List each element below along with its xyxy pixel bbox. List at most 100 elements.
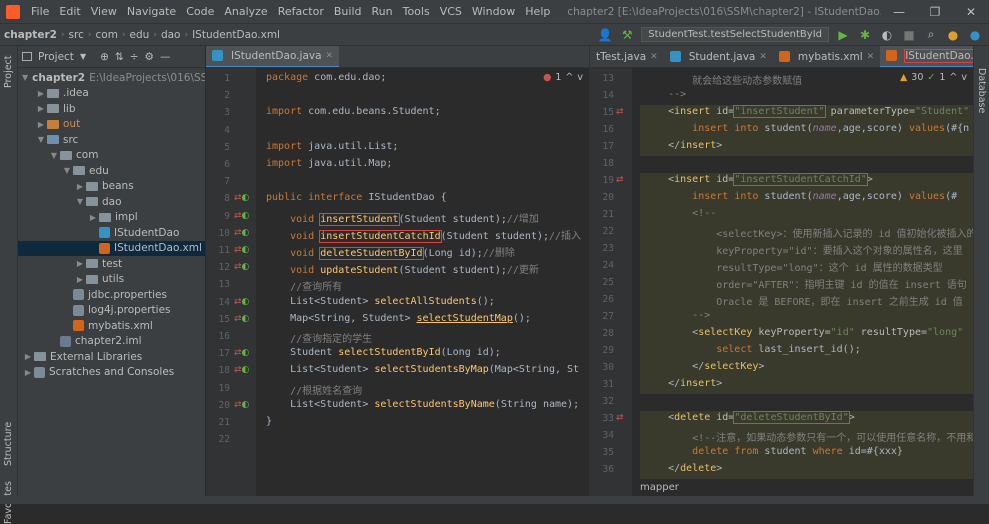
menu-item-window[interactable]: Window [467, 5, 520, 18]
mapper-gutter-icon[interactable]: ⇄◐ [234, 193, 249, 203]
menu-item-vcs[interactable]: VCS [435, 5, 467, 18]
chevron-down-icon[interactable]: v [577, 72, 583, 83]
chevron-down-icon[interactable]: ▼ [80, 52, 86, 61]
close-tab-icon[interactable]: ✕ [650, 52, 658, 62]
xml-breadcrumb[interactable]: mapper [640, 482, 679, 493]
tree-item-test[interactable]: ▶ test [18, 256, 205, 272]
tree-item-dao[interactable]: ▼ dao [18, 194, 205, 210]
mapper-gutter-icon[interactable]: ⇄◐ [234, 262, 249, 272]
run-config-select[interactable]: StudentTest.testSelectStudentById [641, 27, 829, 42]
minimize-button[interactable]: — [881, 5, 917, 19]
tree-item-beans[interactable]: ▶ beans [18, 179, 205, 195]
debug-icon[interactable]: ✱ [857, 28, 873, 42]
breadcrumb-item[interactable]: src [69, 29, 84, 41]
chevron-up-icon[interactable]: ^ [565, 72, 573, 83]
tab-istudentdao-java[interactable]: IStudentDao.java ✕ [206, 46, 340, 67]
menu-item-build[interactable]: Build [329, 5, 367, 18]
tree-item-istudentdao-xml[interactable]: IStudentDao.xml [18, 240, 205, 256]
tree-item-impl[interactable]: ▶ impl [18, 210, 205, 226]
chevron-right-icon[interactable]: ▶ [35, 104, 47, 113]
tree-item-src[interactable]: ▼ src [18, 132, 205, 148]
breadcrumb-item[interactable]: edu [130, 29, 150, 41]
mapper-gutter-icon[interactable]: ⇄◐ [234, 314, 249, 324]
mapper-gutter-icon[interactable]: ⇄◐ [234, 228, 249, 238]
expand-icon[interactable]: ⇅ [115, 51, 124, 63]
chevron-right-icon[interactable]: ▶ [87, 213, 99, 222]
menu-item-edit[interactable]: Edit [54, 5, 85, 18]
close-tab-icon[interactable]: ✕ [759, 52, 767, 62]
menu-item-refactor[interactable]: Refactor [273, 5, 329, 18]
breadcrumb-item[interactable]: com [96, 29, 118, 41]
mapper-gutter-icon[interactable]: ⇄◐ [234, 245, 249, 255]
mapper-gutter-icon[interactable]: ⇄◐ [234, 400, 249, 410]
tree-item-com[interactable]: ▼ com [18, 148, 205, 164]
menu-item-code[interactable]: Code [181, 5, 219, 18]
gear-icon[interactable]: ⚙ [145, 51, 154, 63]
tree-item-utils[interactable]: ▶ utils [18, 272, 205, 288]
menu-item-help[interactable]: Help [520, 5, 555, 18]
tab-student-java[interactable]: Student.java ✕ [664, 46, 773, 67]
help-icon[interactable]: ● [967, 28, 983, 42]
tree-item-istudentdao[interactable]: IStudentDao [18, 225, 205, 241]
coverage-icon[interactable]: ◐ [879, 28, 895, 42]
menu-item-tools[interactable]: Tools [398, 5, 435, 18]
structure-tool-tab[interactable]: Structure [3, 422, 14, 466]
breadcrumb-item[interactable]: chapter2 [4, 29, 57, 41]
tree-item-edu[interactable]: ▼ edu [18, 163, 205, 179]
chevron-up-icon[interactable]: ^ [949, 72, 957, 83]
menu-item-navigate[interactable]: Navigate [122, 5, 181, 18]
update-icon[interactable]: ● [945, 28, 961, 42]
tree-item-chapter2-iml[interactable]: chapter2.iml [18, 334, 205, 350]
chevron-right-icon[interactable]: ▶ [22, 352, 34, 361]
breadcrumb-item[interactable]: IStudentDao.xml [192, 29, 280, 41]
mapper-gutter-icon[interactable]: ⇄◐ [234, 211, 249, 221]
breadcrumb-item[interactable]: dao [161, 29, 181, 41]
hide-icon[interactable]: — [160, 51, 171, 63]
close-window-button[interactable]: ✕ [953, 5, 989, 19]
menu-item-view[interactable]: View [86, 5, 122, 18]
mapper-gutter-icon[interactable]: ⇄◐ [234, 348, 249, 358]
user-icon[interactable]: 👤 [597, 28, 613, 42]
chevron-down-icon[interactable]: ▼ [61, 166, 73, 175]
chevron-down-icon[interactable]: v [961, 72, 967, 83]
tree-item-external-libraries[interactable]: ▶ External Libraries [18, 349, 205, 365]
run-icon[interactable]: ▶ [835, 28, 851, 42]
tree-item-chapter2[interactable]: ▼ chapter2 E:\IdeaProjects\016\SSM [18, 70, 205, 86]
tree-item-mybatis-xml[interactable]: mybatis.xml [18, 318, 205, 334]
tree-item-jdbc-properties[interactable]: jdbc.properties [18, 287, 205, 303]
close-tab-icon[interactable]: ✕ [326, 51, 334, 61]
chevron-down-icon[interactable]: ▼ [48, 151, 60, 160]
tree-item--idea[interactable]: ▶ .idea [18, 86, 205, 102]
chevron-right-icon[interactable]: ▶ [35, 89, 47, 98]
project-view-select[interactable]: Project [38, 51, 74, 63]
chevron-right-icon[interactable]: ▶ [74, 182, 86, 191]
close-tab-icon[interactable]: ✕ [867, 52, 875, 62]
chevron-right-icon[interactable]: ▶ [35, 120, 47, 129]
hammer-icon[interactable]: ⚒ [619, 28, 635, 42]
menu-item-file[interactable]: File [26, 5, 54, 18]
chevron-down-icon[interactable]: ▼ [22, 73, 28, 82]
menu-item-analyze[interactable]: Analyze [219, 5, 272, 18]
chevron-down-icon[interactable]: ▼ [35, 135, 47, 144]
locate-icon[interactable]: ⊕ [100, 51, 109, 63]
tab-mybatis-xml[interactable]: mybatis.xml ✕ [773, 46, 880, 67]
chevron-down-icon[interactable]: ▼ [74, 197, 86, 206]
mapper-gutter-icon[interactable]: ⇄ [616, 107, 624, 117]
stop-icon[interactable]: ■ [901, 28, 917, 42]
project-tool-tab[interactable]: Project [3, 55, 14, 88]
inspection-widget[interactable]: ● 1 ^ v [543, 72, 583, 83]
tree-item-lib[interactable]: ▶ lib [18, 101, 205, 117]
maximize-button[interactable]: ❐ [917, 5, 953, 19]
chevron-right-icon[interactable]: ▶ [22, 368, 34, 377]
mapper-gutter-icon[interactable]: ⇄ [616, 175, 624, 185]
chevron-right-icon[interactable]: ▶ [74, 259, 86, 268]
menu-item-run[interactable]: Run [367, 5, 398, 18]
tree-item-log4j-properties[interactable]: log4j.properties [18, 303, 205, 319]
mapper-gutter-icon[interactable]: ⇄◐ [234, 365, 249, 375]
mapper-gutter-icon[interactable]: ⇄ [616, 413, 624, 423]
tab-ttest-java[interactable]: tTest.java ✕ [590, 46, 664, 67]
collapse-icon[interactable]: ÷ [130, 51, 139, 63]
database-tool-tab[interactable]: Database [976, 68, 987, 113]
tree-item-scratches-and-consoles[interactable]: ▶ Scratches and Consoles [18, 365, 205, 381]
chevron-right-icon[interactable]: ▶ [74, 275, 86, 284]
